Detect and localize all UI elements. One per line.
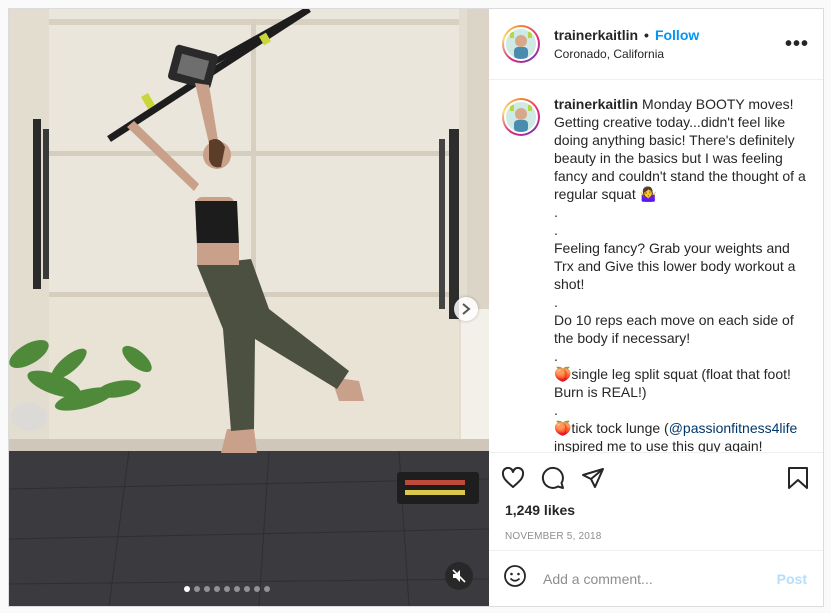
post-caption: trainerkaitlin Monday BOOTY moves! Gettin… <box>554 95 809 452</box>
share-icon <box>582 467 604 488</box>
heart-icon <box>501 466 525 488</box>
carousel-dot <box>194 586 200 592</box>
add-comment-bar: Post <box>489 550 823 606</box>
action-bar <box>489 452 823 502</box>
mention-link[interactable]: @passionfitness4life <box>669 420 798 436</box>
post-date[interactable]: NOVEMBER 5, 2018 <box>489 524 823 550</box>
carousel-dot <box>254 586 260 592</box>
caption-tail: inspired me to use this guy again! <box>554 438 763 452</box>
comments-area[interactable]: trainerkaitlin Monday BOOTY moves! Gettin… <box>489 80 823 452</box>
follow-button[interactable]: Follow <box>655 27 699 43</box>
caption-username[interactable]: trainerkaitlin <box>554 96 638 112</box>
post-comment-button[interactable]: Post <box>777 571 807 587</box>
mute-icon <box>452 569 466 583</box>
location-link[interactable]: Coronado, California <box>554 47 785 61</box>
caption-text: Monday BOOTY moves! Getting creative tod… <box>554 96 806 436</box>
emoji-button[interactable] <box>503 564 527 593</box>
carousel-dot <box>214 586 220 592</box>
post-dialog: trainerkaitlin • Follow Coronado, Califo… <box>8 8 824 607</box>
caption-avatar[interactable] <box>502 98 540 136</box>
comment-input[interactable] <box>543 570 777 587</box>
comment-icon <box>541 466 564 489</box>
post-side-panel: trainerkaitlin • Follow Coronado, Califo… <box>489 9 823 606</box>
carousel-dot <box>184 586 190 592</box>
avatar-image <box>504 27 538 61</box>
carousel-dot <box>224 586 230 592</box>
workout-video-frame <box>9 9 489 606</box>
share-button[interactable] <box>581 458 621 498</box>
chevron-right-icon <box>462 303 471 315</box>
avatar[interactable] <box>502 25 540 63</box>
save-button[interactable] <box>769 458 809 498</box>
carousel-dot <box>234 586 240 592</box>
username-link[interactable]: trainerkaitlin <box>554 27 638 43</box>
carousel-dot <box>204 586 210 592</box>
more-options-button[interactable]: ••• <box>785 33 809 56</box>
carousel-indicator <box>9 586 489 592</box>
emoji-icon <box>504 565 526 587</box>
comment-button[interactable] <box>541 458 581 498</box>
bookmark-icon <box>788 466 808 489</box>
carousel-dot <box>264 586 270 592</box>
separator: • <box>644 27 649 43</box>
header-text: trainerkaitlin • Follow Coronado, Califo… <box>554 27 785 61</box>
avatar-image <box>504 100 538 134</box>
like-button[interactable] <box>501 458 541 498</box>
next-slide-button[interactable] <box>454 297 478 321</box>
post-header: trainerkaitlin • Follow Coronado, Califo… <box>489 9 823 80</box>
likes-count[interactable]: 1,249 likes <box>489 502 823 524</box>
carousel-dot <box>244 586 250 592</box>
post-media[interactable] <box>9 9 489 606</box>
